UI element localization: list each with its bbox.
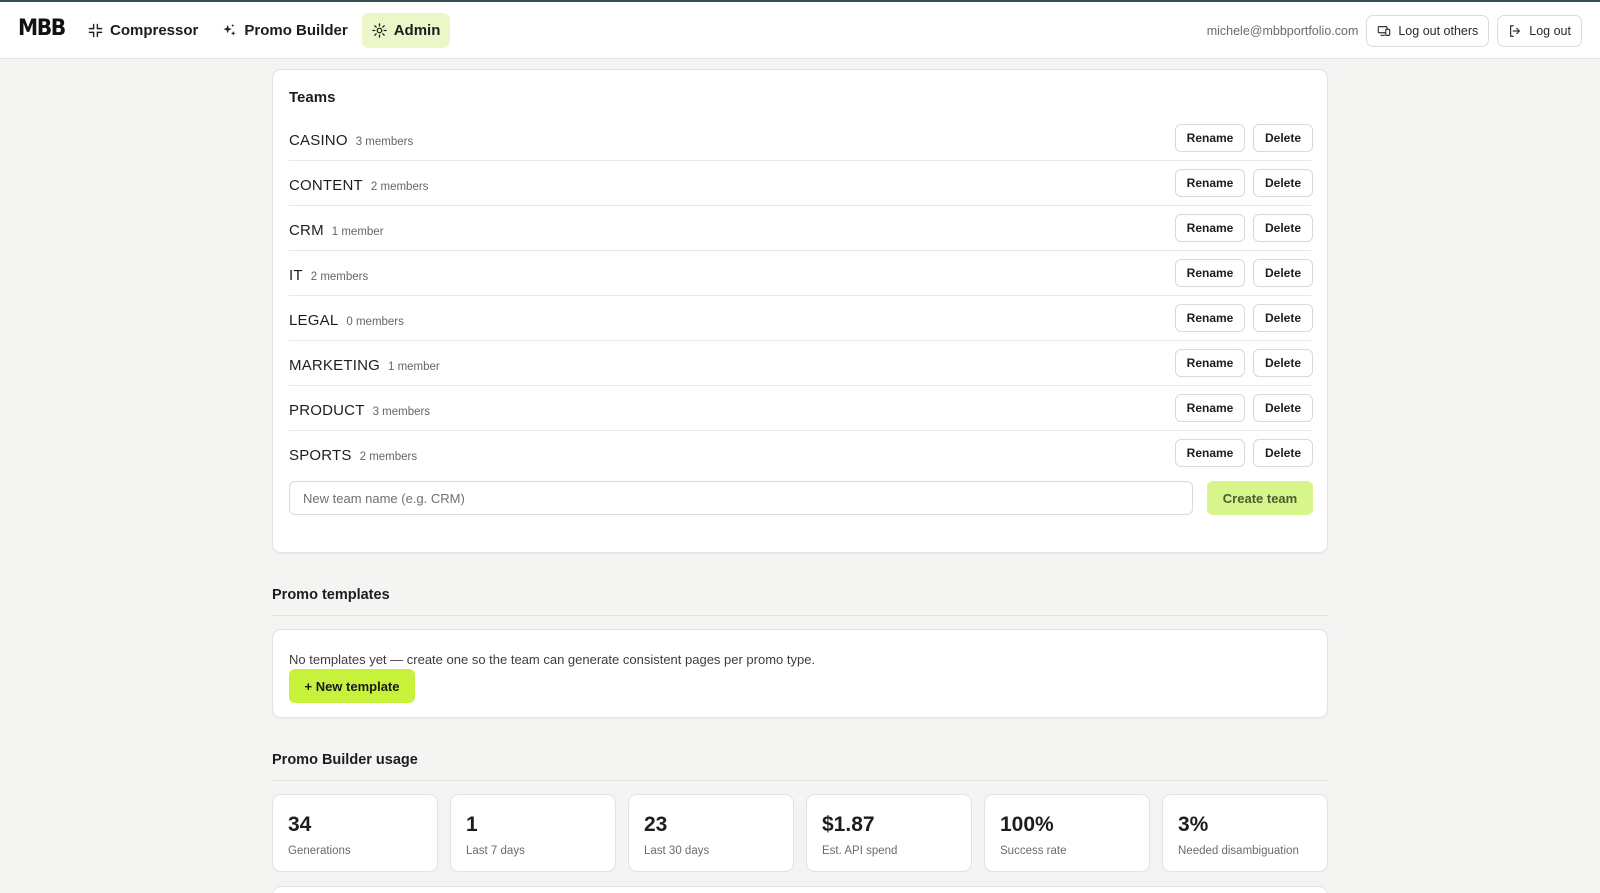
- stat-label: Last 30 days: [644, 845, 710, 857]
- logout-icon: [1510, 25, 1521, 37]
- team-member-count: 3 members: [372, 406, 431, 418]
- stat-value: 23: [644, 813, 668, 836]
- team-row: CONTENT 2 members Rename Delete: [289, 161, 1313, 206]
- header-actions: michele@mbbportfolio.com Log out others …: [1207, 15, 1582, 47]
- team-name: PRODUCT 3 members: [289, 402, 430, 419]
- stat-label: Success rate: [1000, 845, 1067, 857]
- team-row: LEGAL 0 members Rename Delete: [289, 296, 1313, 341]
- section-divider: [272, 615, 1328, 616]
- new-template-button[interactable]: + New template: [289, 669, 415, 703]
- team-member-count: 1 member: [387, 361, 440, 373]
- next-card-edge: [272, 886, 1328, 893]
- stat-value: 34: [288, 813, 312, 836]
- delete-team-button[interactable]: Delete: [1253, 439, 1313, 467]
- delete-team-button[interactable]: Delete: [1253, 169, 1313, 197]
- usage-title: Promo Builder usage: [272, 752, 418, 768]
- team-row: SPORTS 2 members Rename Delete: [289, 431, 1313, 476]
- delete-team-button[interactable]: Delete: [1253, 259, 1313, 287]
- top-bar: MBB Compressor Promo Builder Admin miche…: [0, 2, 1600, 59]
- stat-value: $1.87: [822, 813, 875, 836]
- team-row: CRM 1 member Rename Delete: [289, 206, 1313, 251]
- team-row: IT 2 members Rename Delete: [289, 251, 1313, 296]
- section-divider: [272, 780, 1328, 781]
- rename-team-button[interactable]: Rename: [1175, 124, 1245, 152]
- rename-team-button[interactable]: Rename: [1175, 259, 1245, 287]
- team-row: PRODUCT 3 members Rename Delete: [289, 386, 1313, 431]
- team-name-text: CASINO: [289, 132, 348, 149]
- rename-team-button[interactable]: Rename: [1175, 349, 1245, 377]
- gear-icon: [372, 23, 387, 38]
- teams-title: Teams: [289, 89, 336, 106]
- stat-card-last-7-days: 1 Last 7 days: [450, 794, 616, 872]
- delete-team-button[interactable]: Delete: [1253, 304, 1313, 332]
- templates-card: No templates yet — create one so the tea…: [272, 629, 1328, 718]
- logout-button[interactable]: Log out: [1497, 15, 1582, 47]
- team-member-count: 2 members: [359, 451, 418, 463]
- team-name: CASINO 3 members: [289, 132, 413, 149]
- user-email: michele@mbbportfolio.com: [1206, 24, 1359, 38]
- rename-team-button[interactable]: Rename: [1175, 439, 1245, 467]
- team-name-text: CONTENT: [289, 177, 363, 194]
- nav-promo-builder-label: Promo Builder: [244, 22, 348, 39]
- devices-icon: [1378, 26, 1391, 36]
- compress-icon: [88, 23, 103, 38]
- logo[interactable]: MBB: [18, 16, 66, 41]
- templates-empty-text: No templates yet — create one so the tea…: [289, 652, 816, 667]
- team-name-text: SPORTS: [289, 447, 352, 464]
- stat-value: 3%: [1178, 813, 1209, 836]
- team-name: CRM 1 member: [289, 222, 384, 239]
- rename-team-button[interactable]: Rename: [1175, 304, 1245, 332]
- sparkles-icon: [223, 23, 236, 36]
- stat-card-last-30-days: 23 Last 30 days: [628, 794, 794, 872]
- stat-card-disambiguation: 3% Needed disambiguation: [1162, 794, 1328, 872]
- main-nav: Compressor Promo Builder Admin: [78, 13, 451, 48]
- stat-value: 1: [466, 813, 478, 836]
- rename-team-button[interactable]: Rename: [1175, 394, 1245, 422]
- stat-card-api-spend: $1.87 Est. API spend: [806, 794, 972, 872]
- stat-label: Last 7 days: [466, 845, 525, 857]
- team-name: MARKETING 1 member: [289, 357, 440, 374]
- rename-team-button[interactable]: Rename: [1175, 214, 1245, 242]
- team-name-text: IT: [289, 267, 303, 284]
- logout-others-button[interactable]: Log out others: [1366, 15, 1490, 47]
- stat-label: Needed disambiguation: [1178, 845, 1299, 857]
- team-name-text: MARKETING: [289, 357, 380, 374]
- delete-team-button[interactable]: Delete: [1253, 394, 1313, 422]
- delete-team-button[interactable]: Delete: [1253, 349, 1313, 377]
- team-member-count: 1 member: [331, 226, 384, 238]
- delete-team-button[interactable]: Delete: [1253, 214, 1313, 242]
- team-row: CASINO 3 members Rename Delete: [289, 116, 1313, 161]
- team-name-text: LEGAL: [289, 312, 339, 329]
- nav-compressor[interactable]: Compressor: [78, 13, 208, 48]
- new-team-name-input[interactable]: [289, 481, 1193, 515]
- team-name: IT 2 members: [289, 267, 368, 284]
- team-member-count: 2 members: [310, 271, 369, 283]
- nav-promo-builder[interactable]: Promo Builder: [212, 13, 357, 48]
- team-name: LEGAL 0 members: [289, 312, 404, 329]
- create-team-button[interactable]: Create team: [1207, 481, 1313, 515]
- stat-card-success-rate: 100% Success rate: [984, 794, 1150, 872]
- stat-card-generations: 34 Generations: [272, 794, 438, 872]
- teams-card: Teams CASINO 3 members Rename Delete CONT…: [272, 69, 1328, 553]
- team-name-text: CRM: [289, 222, 324, 239]
- team-row: MARKETING 1 member Rename Delete: [289, 341, 1313, 386]
- team-member-count: 3 members: [355, 136, 414, 148]
- nav-compressor-label: Compressor: [110, 22, 199, 39]
- nav-admin-label: Admin: [393, 22, 441, 39]
- team-name-text: PRODUCT: [289, 402, 365, 419]
- team-name: SPORTS 2 members: [289, 447, 417, 464]
- promo-templates-title: Promo templates: [272, 587, 390, 603]
- team-member-count: 0 members: [346, 316, 404, 328]
- nav-admin[interactable]: Admin: [361, 13, 451, 48]
- logout-label: Log out: [1529, 24, 1571, 38]
- delete-team-button[interactable]: Delete: [1253, 124, 1313, 152]
- rename-team-button[interactable]: Rename: [1175, 169, 1245, 197]
- team-member-count: 2 members: [370, 181, 429, 193]
- logout-others-label: Log out others: [1398, 24, 1479, 38]
- stat-value: 100%: [1000, 813, 1054, 836]
- team-name: CONTENT 2 members: [289, 177, 428, 194]
- stat-label: Generations: [288, 845, 351, 857]
- stat-label: Est. API spend: [822, 845, 898, 857]
